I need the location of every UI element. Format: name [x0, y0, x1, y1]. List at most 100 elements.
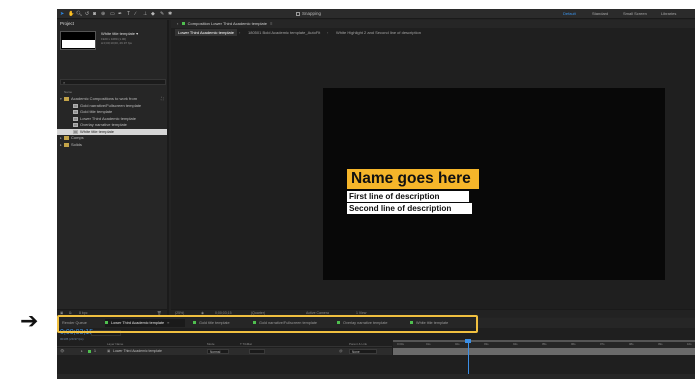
eye-icon[interactable]: 👁︎ [60, 348, 64, 355]
workspace-tab-standard[interactable]: Standard [592, 11, 608, 17]
project-tree-item[interactable]: ▸ Solids [57, 142, 167, 148]
project-tree-label: Gold title template [80, 109, 113, 114]
layer-label-color[interactable] [88, 350, 91, 353]
rotate-tool-icon[interactable]: ↺ [85, 11, 89, 17]
comp-color-chip [181, 22, 185, 25]
project-tree-item[interactable]: Lower Third Academic template [57, 116, 167, 122]
ruler-tick-label: 06s [571, 342, 576, 346]
camera-tool-icon[interactable]: ◙ [93, 11, 96, 17]
trkmat-dropdown[interactable] [249, 349, 265, 354]
column-header-name[interactable]: Name [64, 90, 72, 94]
project-tree-item[interactable]: White title template [57, 128, 167, 135]
brush-tool-icon[interactable]: ∕ [135, 11, 136, 17]
project-tree-item[interactable]: Overlay narrative template [57, 122, 167, 128]
timeline-footer [57, 374, 695, 379]
project-tab[interactable]: Project [60, 21, 74, 27]
ruler-tick-label: 08s [629, 342, 634, 346]
selection-tool-icon[interactable]: ➤ [60, 11, 64, 17]
project-tree-label: Lower Third Academic template [80, 115, 136, 121]
project-tree-item[interactable]: ▾ Academic Compositions to work from [57, 96, 167, 102]
search-icon: ⌕ [63, 80, 66, 85]
composition-icon [73, 129, 78, 134]
expand-triangle-icon[interactable]: ▸ [81, 348, 83, 355]
composition-icon [73, 110, 78, 114]
snapping-checkbox[interactable] [296, 12, 300, 16]
composition-icon [73, 123, 78, 127]
workspace-tab-default[interactable]: Default [563, 11, 576, 17]
close-icon[interactable]: ≡ [270, 21, 272, 26]
project-tree-label: Solids [71, 141, 82, 147]
lock-icon[interactable]: ▪ [177, 21, 178, 26]
folder-icon [64, 97, 69, 101]
layer-column-headers: Layer Name Mode T TrkMat Parent & Link [57, 342, 392, 347]
project-search-input[interactable]: ⌕ [60, 79, 166, 85]
name-text: Name goes here [351, 170, 471, 187]
ruler-tick-label: 03s [484, 342, 489, 346]
expand-triangle-icon[interactable]: ▾ [60, 96, 62, 102]
puppet-tool-icon[interactable]: ✱ [168, 11, 172, 17]
thumbnail-white-bar [62, 40, 95, 48]
layer-name[interactable]: Lower Third Academic template [113, 348, 162, 355]
name-highlight-bar: Name goes here [347, 169, 479, 189]
ruler-tick-label: 09s [658, 342, 663, 346]
snapping-label: Snapping [302, 11, 322, 16]
column-header-layer-name[interactable]: Layer Name [107, 342, 123, 347]
composition-tab-label: Composition Lower Third Academic templat… [187, 21, 267, 26]
pickwhip-icon[interactable]: @ [339, 348, 343, 355]
composition-canvas[interactable]: Name goes here First line of description… [323, 88, 665, 280]
breadcrumb-white-highlight[interactable]: White Highlight 2 and Second line of des… [333, 29, 424, 36]
ruler-tick-label: 02s [455, 342, 460, 346]
frame-rate-label: 00105 (29.97 fps) [60, 337, 84, 341]
annotation-arrow-icon: ➔ [20, 309, 39, 334]
composition-panel: ▪ Composition Lower Third Academic templ… [171, 20, 695, 317]
project-item-name: White title template ▾ [101, 31, 139, 36]
project-tree-label: Overlay narrative template [80, 122, 127, 127]
composition-tabbar: ▪ Composition Lower Third Academic templ… [171, 20, 695, 28]
pen-tool-icon[interactable]: ✒ [118, 11, 122, 17]
layer-index: 1 [94, 349, 96, 353]
workspace-tab-small-screen[interactable]: Small Screen [623, 11, 647, 17]
collapse-triangle-icon[interactable]: ▸ [60, 135, 62, 141]
project-tree-label: White title template [80, 128, 115, 134]
project-tree-item[interactable]: Gold title template [57, 109, 167, 115]
ruler-tick-label: 07s [600, 342, 605, 346]
project-tree-item[interactable]: ▸ Comps [57, 135, 167, 141]
parent-dropdown[interactable]: None [349, 349, 377, 354]
eraser-tool-icon[interactable]: ◆ [151, 11, 155, 17]
description-line-2: Second line of description [349, 204, 452, 213]
layer-row[interactable]: 👁︎ ▸ 1 ▣ Lower Third Academic template N… [57, 348, 392, 355]
project-item-duration: Δ 0;00;10;00, 29.97 fps [101, 41, 132, 45]
workspace-tab-libraries[interactable]: Libraries [661, 11, 676, 17]
breadcrumb-lower-third[interactable]: Lower Third Academic template [175, 29, 237, 36]
ruler-tick-label: 05s [542, 342, 547, 346]
breadcrumb-separator-icon: ‹ [327, 30, 329, 35]
folder-icon [64, 142, 69, 147]
folder-icon [64, 136, 69, 140]
ruler-tick-label: 0:00s [397, 342, 404, 346]
project-panel: Project White title template ▾ 1920 x 10… [57, 20, 169, 317]
toolbar: ➤ ✋ 🔍︎ ↺ ◙ ⊕ ▭ ✒ T ∕ ⊥ ◆ ✎ ✱ Snapping De… [57, 9, 695, 19]
comp-layer-icon: ▣ [107, 349, 111, 353]
clone-stamp-tool-icon[interactable]: ⊥ [143, 11, 147, 17]
pan-behind-tool-icon[interactable]: ⊕ [101, 11, 105, 17]
breadcrumb-bold-academic[interactable]: 180501 Bold Academic template_AutoFit [245, 29, 323, 36]
column-header-mode[interactable]: Mode [207, 342, 215, 347]
roto-brush-tool-icon[interactable]: ✎ [160, 11, 164, 17]
description-bar-1: First line of description [347, 191, 469, 202]
composition-tab[interactable]: ▪ Composition Lower Third Academic templ… [177, 21, 272, 27]
composition-icon [73, 116, 78, 121]
zoom-tool-icon[interactable]: 🔍︎ [76, 11, 82, 17]
description-line-1: First line of description [349, 192, 440, 201]
mask-tool-icon[interactable]: ▭ [110, 11, 115, 17]
column-header-trkmat[interactable]: T TrkMat [240, 342, 252, 347]
hand-tool-icon[interactable]: ✋ [68, 11, 74, 17]
description-bar-2: Second line of description [347, 203, 472, 214]
type-tool-icon[interactable]: T [127, 11, 130, 17]
project-tree-label: Academic Compositions to work from [71, 96, 138, 101]
layer-duration-bar[interactable] [393, 348, 695, 355]
project-tree-item[interactable]: Gold narrative/Fullscreen template [57, 103, 167, 109]
column-header-parent[interactable]: Parent & Link [349, 342, 367, 347]
collapse-triangle-icon[interactable]: ▸ [60, 142, 62, 148]
ruler-tick-label: 10s [687, 342, 692, 346]
layer-mode-dropdown[interactable]: Normal [207, 349, 229, 354]
